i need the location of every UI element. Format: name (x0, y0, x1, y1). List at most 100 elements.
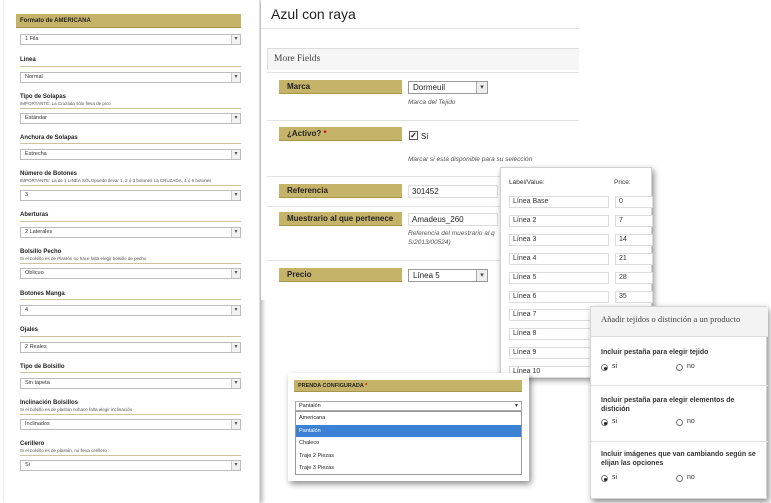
field-help: Si el bolsillo es de plastón nohace falt… (20, 407, 133, 412)
marca-select[interactable]: Dormeuil ▾ (408, 81, 488, 94)
referencia-label: Referencia (279, 184, 402, 198)
field-label: Inclinación Bolsillos (20, 400, 79, 406)
chevron-down-icon: ▾ (231, 191, 240, 200)
price-row-label-input[interactable]: Línea Base (509, 196, 609, 208)
field-label: Botones Manga (20, 291, 65, 297)
divider (267, 72, 579, 73)
more-fields-section-title: More Fields (267, 48, 579, 70)
radio-no[interactable] (676, 475, 683, 482)
radio-no[interactable] (676, 419, 683, 426)
field-select-value: Sin tapeta (25, 380, 50, 386)
activo-checkbox[interactable]: ✓ (409, 131, 418, 140)
field-select[interactable]: Inclinados ▾ (20, 419, 241, 430)
prenda-select[interactable]: Pantalón ▾ (295, 401, 522, 411)
field-underline (20, 299, 241, 300)
radio-si[interactable] (601, 364, 608, 371)
field-label: Aberturas (20, 212, 49, 218)
price-row-label-input[interactable]: Línea 4 (509, 252, 609, 265)
field-select[interactable]: 2 Laterales ▾ (20, 227, 241, 238)
field-label: Tipo de Bolsillo (20, 364, 65, 370)
question-label: Incluir pestaña para elegir elementos de… (601, 397, 735, 413)
field-select[interactable]: 1 Fila ▾ (20, 34, 241, 45)
prenda-panel: PRENDA CONFIGURADA * Pantalón ▾ Americana… (288, 373, 529, 481)
divider (591, 441, 768, 442)
field-select-value: 3 (25, 192, 29, 198)
dropdown-option[interactable]: Pantalón (296, 424, 521, 438)
radio-si-label: si (612, 474, 618, 481)
chevron-down-icon: ▾ (231, 114, 240, 123)
activo-help: Marcar si está disponible para su selecc… (408, 156, 533, 163)
field-help: IMPORTANTE: La Cruzada sólo lleva de pic… (20, 101, 111, 106)
field-select[interactable]: Estrecha ▾ (20, 149, 241, 160)
price-row-price-input[interactable]: 7 (615, 214, 653, 227)
price-row-label-input[interactable]: Línea 3 (509, 233, 609, 246)
chevron-down-icon: ▾ (476, 82, 487, 93)
field-select[interactable]: Estándar ▾ (20, 113, 241, 124)
field-select-value: Si (25, 462, 30, 468)
price-row-price-input[interactable]: 21 (615, 252, 653, 265)
price-row-label-input[interactable]: Línea 6 (509, 290, 609, 303)
radio-si-label: si (612, 418, 618, 425)
field-underline (20, 185, 241, 186)
dropdown-option[interactable]: Traje 2 Piezas (296, 450, 521, 463)
dropdown-option[interactable]: Traje 3 Piezas (296, 462, 521, 475)
precio-label: Precio (279, 268, 402, 282)
label-value-column-header: Label/Value: (509, 179, 545, 186)
chevron-down-icon: ▾ (231, 306, 240, 315)
precio-value: Línea 5 (413, 271, 440, 280)
field-underline (20, 455, 241, 456)
field-select[interactable]: Oblicuo ▾ (20, 268, 241, 279)
dropdown-option[interactable]: Americana (296, 412, 521, 425)
precio-select[interactable]: Línea 5 ▾ (408, 269, 488, 282)
radio-si[interactable] (601, 419, 608, 426)
page-title: Azul con raya (271, 6, 356, 22)
price-row-price-input[interactable]: 28 (615, 271, 653, 284)
field-label: Ojales (20, 327, 39, 333)
chevron-down-icon: ▾ (231, 269, 240, 278)
chevron-down-icon: ▾ (231, 150, 240, 159)
radio-no-label: no (687, 418, 695, 425)
activo-label: ¿Activo? * (279, 127, 402, 141)
field-underline (20, 108, 241, 109)
price-row-label-input[interactable]: Línea 5 (509, 271, 609, 284)
marca-label: Marca (279, 80, 402, 94)
field-select[interactable]: Sin tapeta ▾ (20, 378, 241, 389)
chevron-down-icon: ▾ (231, 228, 240, 237)
radio-no-label: no (687, 363, 695, 370)
field-select[interactable]: 2 Reales ▾ (20, 342, 241, 353)
marca-value: Dormeuil (413, 83, 446, 92)
muestrario-input[interactable]: Amadeus_260 (408, 213, 498, 226)
field-select-value: 2 Laterales (25, 229, 53, 235)
chevron-down-icon: ▾ (231, 420, 240, 429)
radio-si[interactable] (601, 475, 608, 482)
tejidos-panel: Añadir tejidos o distinción a un product… (590, 306, 768, 499)
prenda-header-text: PRENDA CONFIGURADA (298, 383, 364, 389)
chevron-down-icon: ▾ (231, 379, 240, 388)
field-label: Número de Botones (20, 171, 78, 177)
price-row-price-input[interactable]: 0 (615, 196, 653, 208)
field-help: Si el bolsillo es de Plastón no hace fal… (20, 256, 147, 261)
field-help: Si el bolsillo es de plastón, no lleva c… (20, 448, 107, 453)
price-column-header: Price: (614, 179, 631, 186)
price-row-price-input[interactable]: 35 (615, 290, 653, 303)
divider (267, 120, 579, 121)
radio-no[interactable] (676, 364, 683, 371)
field-select[interactable]: Normal ▾ (20, 72, 241, 83)
chevron-down-icon: ▾ (231, 343, 240, 352)
field-underline (20, 414, 241, 415)
field-select[interactable]: 4 ▾ (20, 305, 241, 316)
price-row-price-input[interactable]: 14 (615, 233, 653, 246)
price-row-label-input[interactable]: Línea 2 (509, 214, 609, 227)
field-label: Cerillero (20, 441, 45, 447)
field-underline (20, 66, 241, 67)
field-underline (20, 372, 241, 373)
chevron-down-icon: ▾ (476, 270, 487, 281)
chevron-down-icon: ▾ (231, 35, 240, 44)
required-marker: * (365, 383, 368, 389)
field-help: IMPORTANTE: La de 1 LINEA SÓLOpuede llev… (20, 178, 212, 183)
question-label: Incluir imágenes que van cambiando según… (601, 451, 756, 467)
dropdown-option[interactable]: Chaleco (296, 437, 521, 450)
field-select[interactable]: 3 ▾ (20, 190, 241, 201)
field-select[interactable]: Si ▾ (20, 460, 241, 471)
referencia-input[interactable]: 301452 (408, 185, 498, 198)
